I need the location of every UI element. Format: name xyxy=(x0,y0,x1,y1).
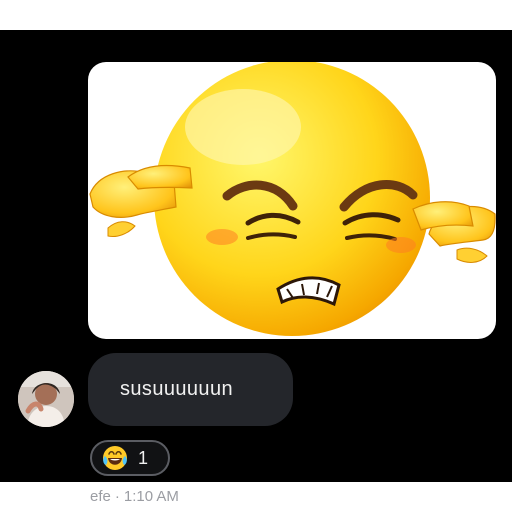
meta-separator: · xyxy=(114,488,120,505)
reaction-pill[interactable]: 1 xyxy=(90,440,170,476)
image-message[interactable] xyxy=(88,62,496,339)
message-bubble[interactable]: susuuuuuun xyxy=(88,353,293,426)
avatar[interactable] xyxy=(18,371,74,427)
message-time: 1:10 AM xyxy=(123,488,179,505)
chat-screen: susuuuuuun 1 efe · 1:10 AM xyxy=(0,30,512,505)
sender-name: efe xyxy=(90,488,111,505)
message-meta: efe · 1:10 AM xyxy=(90,488,179,505)
user-avatar-icon xyxy=(18,371,74,427)
message-text: susuuuuuun xyxy=(120,378,233,400)
annoyed-emoji-covering-ears-icon xyxy=(89,62,496,336)
face-with-tears-of-joy-icon xyxy=(103,446,127,470)
reaction-count: 1 xyxy=(138,447,149,468)
